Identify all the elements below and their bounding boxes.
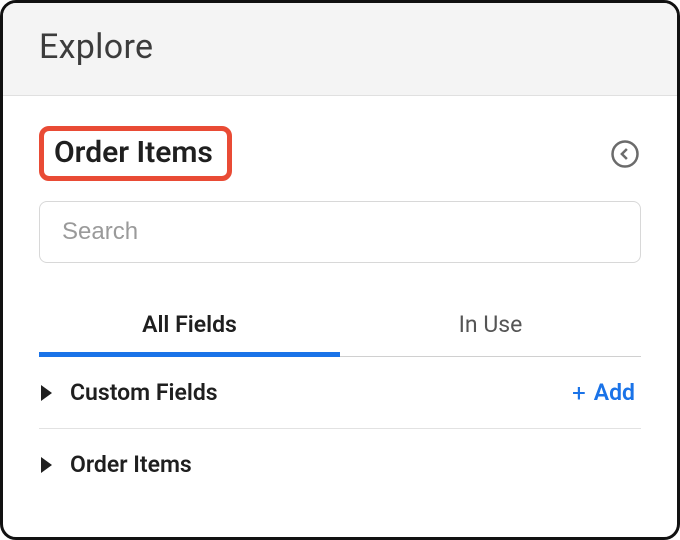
explore-window: Explore Order Items All Fields In Use xyxy=(0,0,680,540)
tab-in-use[interactable]: In Use xyxy=(340,295,641,356)
section-custom-fields[interactable]: Custom Fields + Add xyxy=(39,357,641,429)
expand-icon xyxy=(41,457,52,473)
chevron-left-circle-icon xyxy=(610,139,640,169)
section-left: Custom Fields xyxy=(41,379,218,406)
tab-in-use-label: In Use xyxy=(459,311,523,338)
title-row: Order Items xyxy=(39,126,641,181)
search-wrap xyxy=(39,201,641,263)
panel-title: Order Items xyxy=(54,135,213,170)
tab-all-fields-label: All Fields xyxy=(142,311,237,338)
search-input[interactable] xyxy=(39,201,641,263)
section-left: Order Items xyxy=(41,451,192,478)
expand-icon xyxy=(41,385,52,401)
plus-icon: + xyxy=(572,381,586,405)
tabs: All Fields In Use xyxy=(39,295,641,357)
title-highlight: Order Items xyxy=(39,126,232,181)
header-title: Explore xyxy=(39,27,641,67)
order-items-label: Order Items xyxy=(70,451,192,478)
content: Order Items All Fields In Use C xyxy=(3,96,677,500)
add-button[interactable]: + Add xyxy=(572,379,641,406)
header: Explore xyxy=(3,3,677,96)
custom-fields-label: Custom Fields xyxy=(70,379,218,406)
tab-all-fields[interactable]: All Fields xyxy=(39,295,340,356)
add-button-label: Add xyxy=(594,379,635,406)
collapse-button[interactable] xyxy=(609,138,641,170)
section-order-items[interactable]: Order Items xyxy=(39,429,641,500)
